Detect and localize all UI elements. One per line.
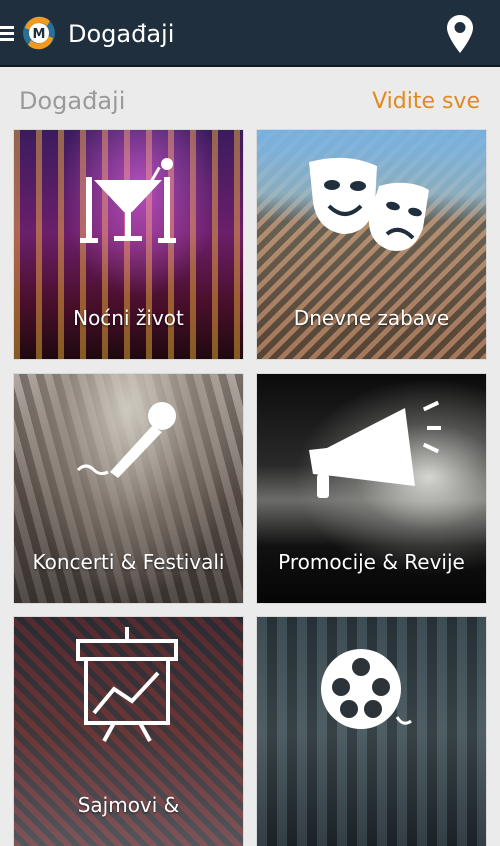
- category-tile-nightlife[interactable]: Noćni život: [14, 130, 243, 359]
- category-tile-film[interactable]: [257, 617, 486, 846]
- category-label: Promocije & Revije: [278, 550, 465, 574]
- film-reel-icon: [321, 649, 412, 729]
- category-tile-promotions[interactable]: Promocije & Revije: [257, 374, 486, 603]
- category-tile-fairs[interactable]: Sajmovi &: [14, 617, 243, 846]
- section-title: Događaji: [19, 87, 126, 115]
- app-logo-icon[interactable]: M: [20, 14, 58, 52]
- svg-text:M: M: [33, 27, 46, 42]
- see-all-link[interactable]: Vidite sve: [372, 87, 480, 117]
- location-pin-icon[interactable]: [446, 14, 474, 54]
- app-bar-title: Događaji: [68, 20, 175, 48]
- hamburger-menu-icon[interactable]: [0, 26, 14, 42]
- category-tile-concerts[interactable]: Koncerti & Festivali: [14, 374, 243, 603]
- category-label: Noćni život: [73, 306, 184, 330]
- app-bar: M Događaji: [0, 0, 500, 67]
- category-label: Sajmovi &: [77, 793, 180, 817]
- category-tile-day-parties[interactable]: Dnevne zabave: [257, 130, 486, 359]
- category-label: Dnevne zabave: [293, 306, 450, 330]
- category-label: Koncerti & Festivali: [32, 550, 225, 574]
